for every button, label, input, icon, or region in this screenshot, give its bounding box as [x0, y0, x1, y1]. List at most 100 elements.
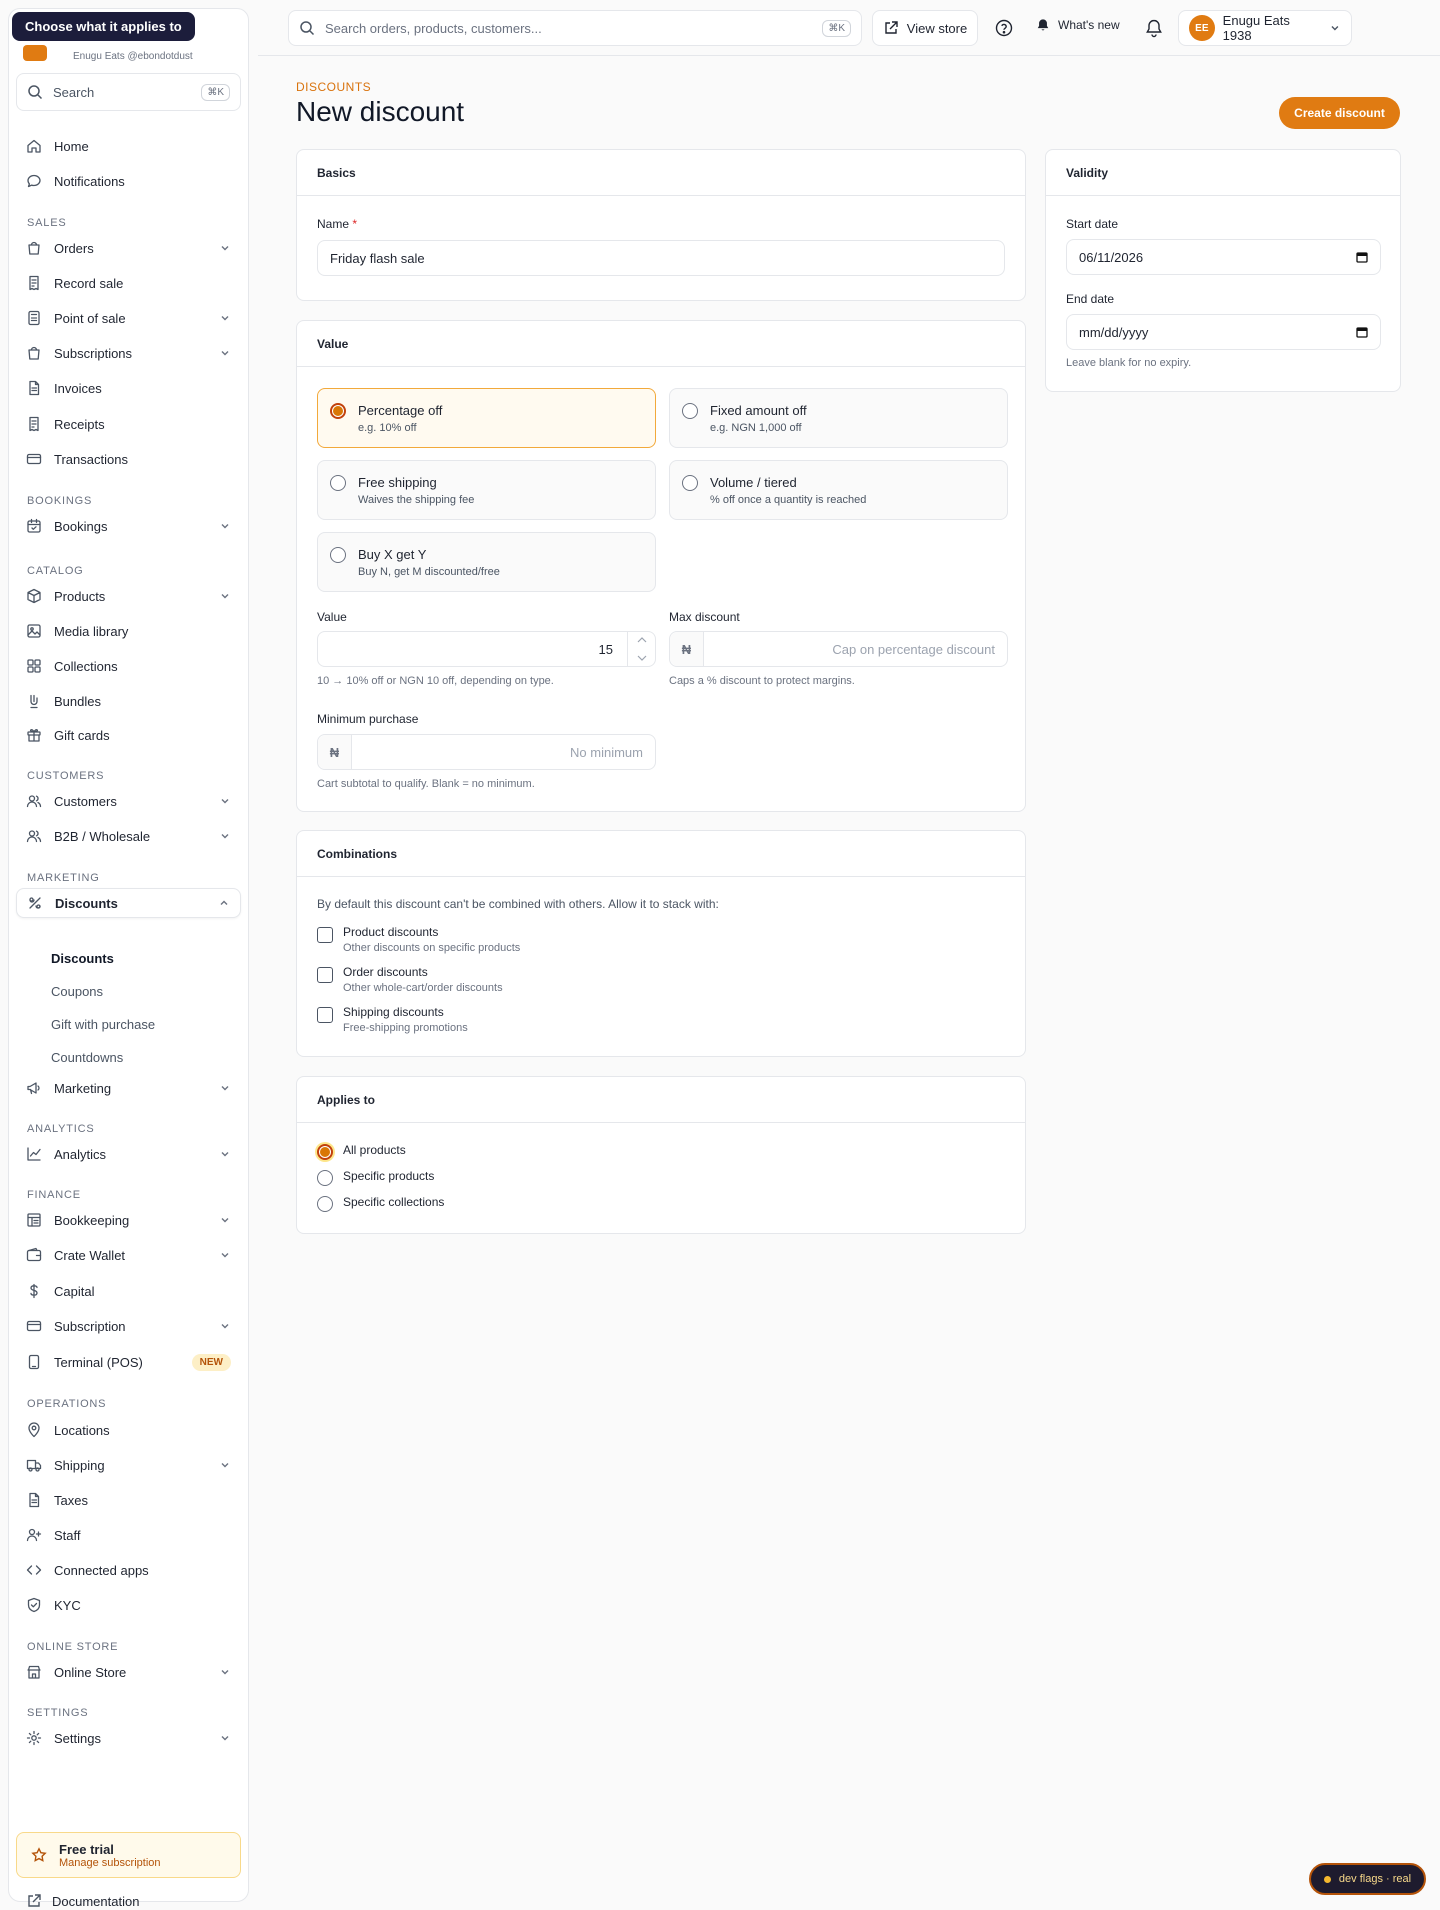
sidebar-item-transactions[interactable]: Transactions	[16, 444, 241, 474]
chevron-down-icon[interactable]	[219, 1249, 231, 1261]
create-discount-button[interactable]: Create discount	[1279, 97, 1400, 129]
radio-button[interactable]	[330, 403, 346, 419]
value-input[interactable]: 15	[317, 631, 656, 667]
radio-button[interactable]	[330, 547, 346, 563]
radio-button[interactable]	[682, 403, 698, 419]
sidebar-item-bookings[interactable]: Bookings	[16, 511, 241, 541]
minimum-purchase-input[interactable]: ₦ No minimum	[317, 734, 656, 770]
sidebar-item-taxes[interactable]: Taxes	[16, 1485, 241, 1515]
sidebar-item-crate-wallet[interactable]: Crate Wallet	[16, 1240, 241, 1270]
sidebar-item-products[interactable]: Products	[16, 581, 241, 611]
sidebar-item-b2b-wholesale[interactable]: B2B / Wholesale	[16, 821, 241, 851]
combination-checkbox[interactable]	[317, 927, 333, 943]
home-icon	[27, 139, 41, 153]
radio-button[interactable]	[330, 475, 346, 491]
global-search-input[interactable]: Search orders, products, customers... ⌘K	[288, 10, 862, 46]
sidebar-item-connected-apps[interactable]: Connected apps	[16, 1555, 241, 1585]
free-trial-card[interactable]: Free trial Manage subscription	[16, 1832, 241, 1878]
applies-to-option-label[interactable]: Specific collections	[343, 1195, 444, 1209]
applies-to-option-label[interactable]: All products	[343, 1143, 406, 1157]
sidebar-item-point-of-sale[interactable]: Point of sale	[16, 303, 241, 333]
chevron-down-icon[interactable]	[219, 1082, 231, 1094]
chevron-down-icon[interactable]	[219, 520, 231, 532]
sidebar-item-bundles[interactable]: Bundles	[16, 686, 241, 716]
applies-to-radio[interactable]	[317, 1170, 333, 1186]
sidebar-item-marketing[interactable]: Marketing	[16, 1073, 241, 1103]
chevron-up-icon[interactable]	[218, 897, 230, 909]
sidebar-item-collections[interactable]: Collections	[16, 651, 241, 681]
sidebar-item-discounts[interactable]: Discounts	[16, 888, 241, 918]
discount-type-option[interactable]: Volume / tiered % off once a quantity is …	[669, 460, 1008, 520]
sidebar-item-invoices[interactable]: Invoices	[16, 373, 241, 403]
sidebar-subitem-discounts[interactable]: Discounts	[51, 947, 114, 969]
combination-checkbox[interactable]	[317, 967, 333, 983]
sidebar-item-staff[interactable]: Staff	[16, 1520, 241, 1550]
applies-to-radio[interactable]	[317, 1144, 333, 1160]
sidebar-item-kyc[interactable]: KYC	[16, 1590, 241, 1620]
sidebar-item-notifications[interactable]: Notifications	[16, 166, 241, 196]
sidebar-item-settings[interactable]: Settings	[16, 1723, 241, 1753]
end-date-input[interactable]: mm/dd/yyyy	[1066, 314, 1381, 350]
view-store-button[interactable]: View store	[872, 10, 978, 46]
sidebar-item-label: Home	[54, 138, 89, 154]
sidebar-subitem-gift-with-purchase[interactable]: Gift with purchase	[51, 1013, 155, 1035]
sidebar: Enugu Eats @ebondotdust Search ⌘K Home No…	[8, 8, 249, 1909]
sidebar-item-receipts[interactable]: Receipts	[16, 409, 241, 439]
sidebar-item-record-sale[interactable]: Record sale	[16, 268, 241, 298]
help-button[interactable]	[994, 18, 1014, 38]
chevron-down-icon[interactable]	[219, 1148, 231, 1160]
calendar-icon[interactable]	[1356, 326, 1368, 338]
sidebar-subitem-countdowns[interactable]: Countdowns	[51, 1046, 123, 1068]
discount-type-option[interactable]: Free shipping Waives the shipping fee	[317, 460, 656, 520]
brand[interactable]: Enugu Eats @ebondotdust	[23, 37, 233, 65]
chevron-down-icon[interactable]	[219, 1320, 231, 1332]
discount-type-option[interactable]: Percentage off e.g. 10% off	[317, 388, 656, 448]
name-input[interactable]: Friday flash sale	[317, 240, 1005, 276]
sidebar-item-online-store[interactable]: Online Store	[16, 1657, 241, 1687]
sidebar-item-analytics[interactable]: Analytics	[16, 1139, 241, 1169]
sidebar-item-bookkeeping[interactable]: Bookkeeping	[16, 1205, 241, 1235]
store-switcher[interactable]: EE Enugu Eats 1938	[1178, 10, 1352, 46]
chevron-down-icon[interactable]	[219, 590, 231, 602]
max-discount-input[interactable]: ₦ Cap on percentage discount	[669, 631, 1008, 667]
sidebar-item-media-library[interactable]: Media library	[16, 616, 241, 646]
receipt-icon	[29, 416, 39, 432]
sidebar-item-subscription[interactable]: Subscription	[16, 1311, 241, 1341]
manage-subscription-link[interactable]: Manage subscription	[59, 1857, 161, 1869]
notifications-button[interactable]	[1144, 18, 1164, 38]
sidebar-item-gift-cards[interactable]: Gift cards	[16, 720, 241, 750]
whats-new-button[interactable]: What's new	[1036, 18, 1120, 32]
sidebar-item-capital[interactable]: Capital	[16, 1276, 241, 1306]
sidebar-item-locations[interactable]: Locations	[16, 1415, 241, 1445]
chevron-down-icon[interactable]	[219, 830, 231, 842]
chevron-down-icon[interactable]	[219, 242, 231, 254]
sidebar-search[interactable]: Search ⌘K	[16, 73, 241, 111]
discount-type-option[interactable]: Fixed amount off e.g. NGN 1,000 off	[669, 388, 1008, 448]
sidebar-item-customers[interactable]: Customers	[16, 786, 241, 816]
sidebar-item-home[interactable]: Home	[16, 131, 241, 161]
sidebar-item-subscriptions[interactable]: Subscriptions	[16, 338, 241, 368]
combination-checkbox[interactable]	[317, 1007, 333, 1023]
chevron-down-icon[interactable]	[219, 1732, 231, 1744]
calendar-icon[interactable]	[1356, 251, 1368, 263]
radio-button[interactable]	[682, 475, 698, 491]
chevron-down-icon[interactable]	[219, 1214, 231, 1226]
dev-flags-pill[interactable]: dev flags · real	[1309, 1863, 1426, 1895]
sidebar-subitem-coupons[interactable]: Coupons	[51, 980, 103, 1002]
documentation-link[interactable]: Documentation	[26, 1893, 139, 1909]
chevron-down-icon[interactable]	[219, 795, 231, 807]
sidebar-item-terminal-pos[interactable]: Terminal (POS) NEW	[16, 1347, 241, 1377]
stepper-up-icon[interactable]	[628, 632, 656, 649]
value-stepper[interactable]	[627, 632, 655, 666]
start-date-input[interactable]: 06/11/2026	[1066, 239, 1381, 275]
stepper-down-icon[interactable]	[628, 649, 656, 666]
applies-to-option-label[interactable]: Specific products	[343, 1169, 434, 1183]
sidebar-item-shipping[interactable]: Shipping	[16, 1450, 241, 1480]
chevron-down-icon[interactable]	[219, 1666, 231, 1678]
discount-type-option[interactable]: Buy X get Y Buy N, get M discounted/free	[317, 532, 656, 592]
chevron-down-icon[interactable]	[219, 347, 231, 359]
chevron-down-icon[interactable]	[219, 312, 231, 324]
applies-to-radio[interactable]	[317, 1196, 333, 1212]
sidebar-item-orders[interactable]: Orders	[16, 233, 241, 263]
chevron-down-icon[interactable]	[219, 1459, 231, 1471]
